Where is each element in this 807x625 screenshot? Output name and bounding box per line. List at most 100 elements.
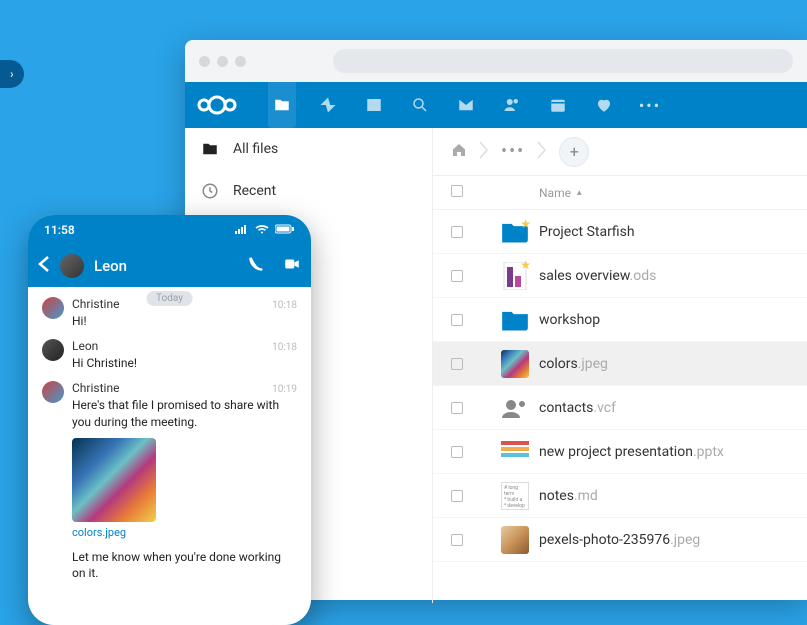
app-contacts-icon[interactable] [489,82,535,128]
select-all-checkbox[interactable] [451,185,463,197]
avatar [42,381,64,403]
message-time: 10:18 [272,300,297,311]
row-checkbox[interactable] [451,314,463,326]
file-name[interactable]: sales overview.ods [539,268,789,284]
chat-message: Leon 10:18 Hi Christine! [28,335,311,377]
chevron-right-icon [537,141,547,163]
app-mail-icon[interactable] [443,82,489,128]
app-more-icon[interactable]: ••• [627,82,673,128]
message-sender: Christine [72,381,119,395]
avatar [42,297,64,319]
file-thumbnail: # long term* build a* develop [491,482,539,510]
sidebar-item-all-files[interactable]: All files [185,128,432,170]
file-row[interactable]: ★Project Starfish [433,210,807,254]
message-text: Let me know when you're done working on … [72,549,297,581]
app-calendar-icon[interactable] [535,82,581,128]
file-name[interactable]: Project Starfish [539,224,789,240]
address-bar[interactable] [333,49,793,73]
message-sender: Christine [72,297,119,311]
chat-message: Christine 10:19 Here's that file I promi… [28,377,311,587]
clock-icon [201,182,219,200]
app-activity-icon[interactable] [305,82,351,128]
sidebar-item-recent[interactable]: Recent [185,170,432,212]
column-name[interactable]: Name [539,186,571,200]
sort-asc-icon[interactable]: ▴ [577,188,582,198]
file-row[interactable]: colors.jpeg [433,342,807,386]
file-name[interactable]: pexels-photo-235976.jpeg [539,532,789,548]
app-gallery-icon[interactable] [351,82,397,128]
chat-title: Leon [94,257,237,275]
app-favorites-icon[interactable] [581,82,627,128]
message-text: Hi Christine! [72,355,297,371]
message-sender: Leon [72,339,98,353]
message-text: Hi! [72,313,297,329]
file-name[interactable]: workshop [539,312,789,328]
row-checkbox[interactable] [451,446,463,458]
window-dot[interactable] [217,56,228,67]
attachment-label[interactable]: colors.jpeg [72,526,156,539]
add-button[interactable]: + [559,137,589,167]
file-thumbnail: ★ [491,262,539,290]
file-row[interactable]: contacts.vcf [433,386,807,430]
app-topbar: ••• [185,82,807,128]
message-time: 10:18 [272,342,297,353]
file-thumbnail [491,526,539,554]
row-checkbox[interactable] [451,226,463,238]
phone-statusbar: 11:58 [28,215,311,245]
window-dot[interactable] [199,56,210,67]
status-time: 11:58 [44,223,75,237]
folder-icon [201,140,219,158]
breadcrumb: ••• + [433,128,807,176]
chevron-right-icon: › [10,67,14,81]
file-row[interactable]: new project presentation.pptx [433,430,807,474]
file-thumbnail [491,309,539,331]
day-chip: Today [146,291,193,306]
file-thumbnail [491,441,539,463]
app-search-icon[interactable] [397,82,443,128]
row-checkbox[interactable] [451,270,463,282]
signal-icon [235,223,249,237]
file-thumbnail: ★ [491,221,539,243]
file-name[interactable]: colors.jpeg [539,356,789,372]
row-checkbox[interactable] [451,534,463,546]
video-icon[interactable] [283,255,301,277]
row-checkbox[interactable] [451,402,463,414]
row-checkbox[interactable] [451,490,463,502]
file-row[interactable]: pexels-photo-235976.jpeg [433,518,807,562]
home-icon[interactable] [451,142,467,162]
file-name[interactable]: notes.md [539,488,789,504]
message-time: 10:19 [272,384,297,395]
file-row[interactable]: ★sales overview.ods [433,254,807,298]
avatar[interactable] [60,254,84,278]
logo-icon[interactable] [195,94,239,116]
file-name[interactable]: contacts.vcf [539,400,789,416]
file-list-panel: ••• + Name ▴ ★Project Starfish★sales o [433,128,807,603]
message-text: Here's that file I promised to share wit… [72,397,297,429]
app-switcher: ••• [259,82,673,128]
window-dot[interactable] [235,56,246,67]
breadcrumb-more[interactable]: ••• [501,141,525,162]
battery-icon [275,223,295,237]
star-icon: ★ [520,258,531,272]
call-icon[interactable] [247,255,265,277]
sidebar-item-label: All files [233,141,278,157]
back-icon[interactable] [38,256,50,276]
star-icon: ★ [520,217,531,231]
file-name[interactable]: new project presentation.pptx [539,444,789,460]
file-row[interactable]: workshop [433,298,807,342]
phone-navbar: Leon [28,245,311,287]
list-header: Name ▴ [433,176,807,210]
attachment[interactable]: colors.jpeg [72,438,156,539]
file-row[interactable]: # long term* build a* developnotes.md [433,474,807,518]
plus-icon: + [570,142,579,161]
chat-thread[interactable]: Today Christine 10:18 Hi! Leon 10:18 Hi … [28,287,311,607]
phone-frame: 11:58 Leon Today Christine 10:18 [28,215,311,625]
file-thumbnail [491,397,539,419]
app-files-icon[interactable] [259,82,305,128]
wifi-icon [255,223,269,237]
attachment-thumbnail[interactable] [72,438,156,522]
row-checkbox[interactable] [451,358,463,370]
browser-titlebar [185,40,807,82]
chevron-right-icon [479,141,489,163]
sidebar-item-label: Recent [233,183,276,199]
